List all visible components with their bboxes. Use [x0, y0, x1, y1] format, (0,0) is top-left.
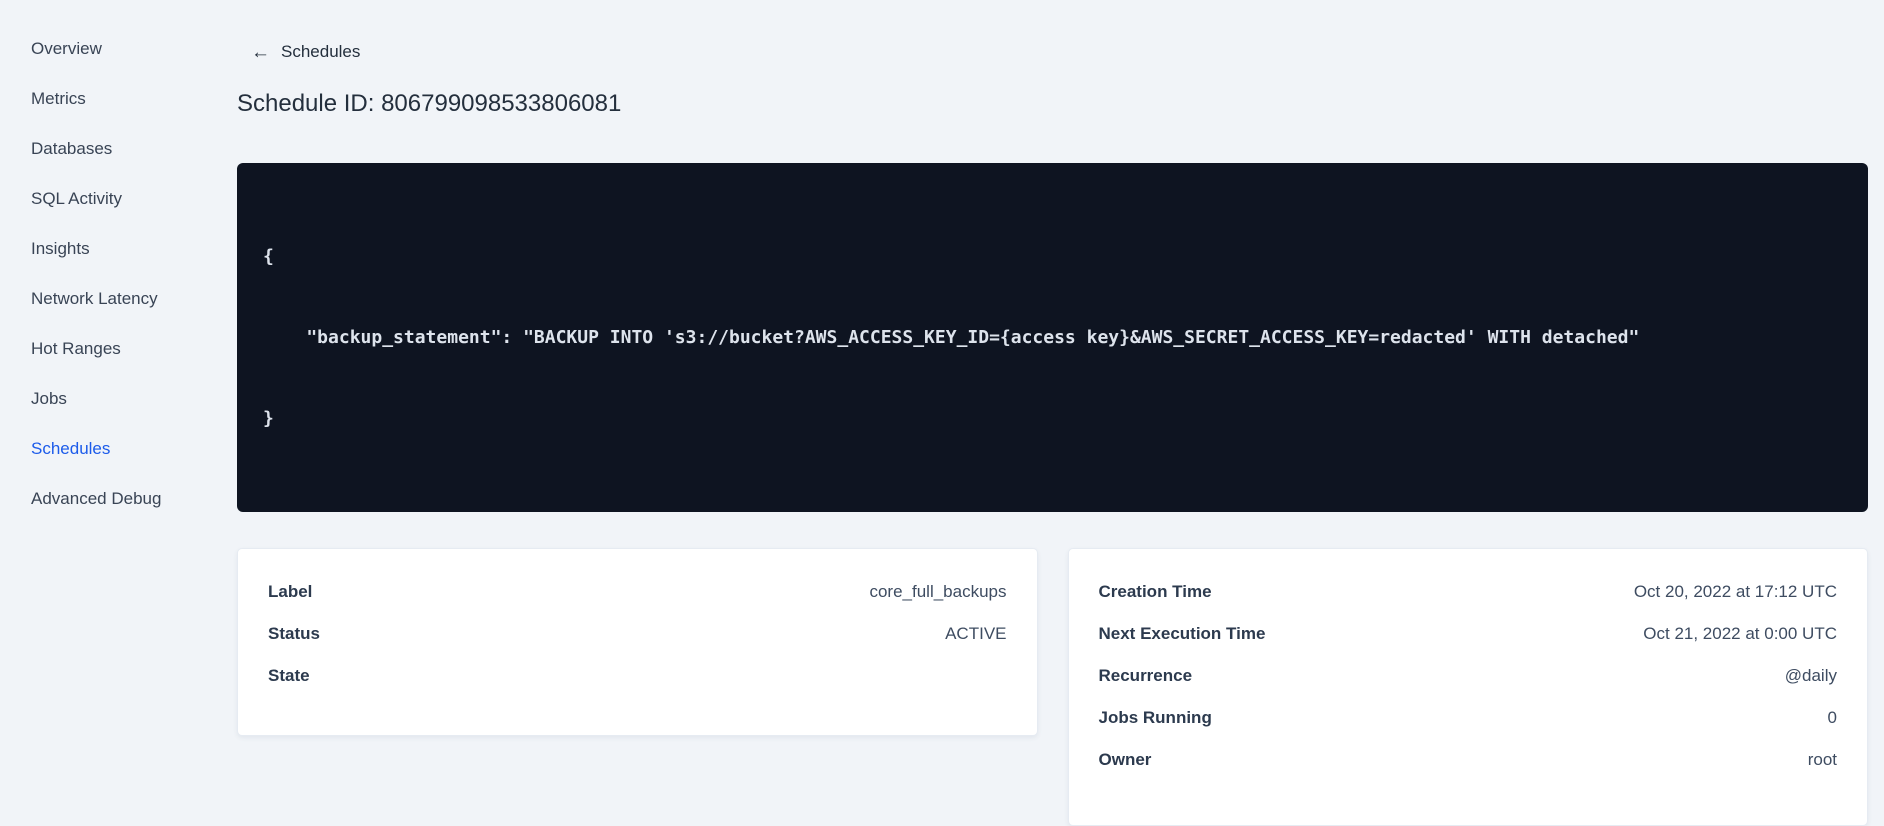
row-value: Oct 20, 2022 at 17:12 UTC	[1633, 582, 1837, 601]
sidebar: Overview Metrics Databases SQL Activity …	[0, 0, 237, 613]
row-value: @daily	[1784, 666, 1837, 685]
row-value: Oct 21, 2022 at 0:00 UTC	[1643, 624, 1837, 643]
row-value: core_full_backups	[869, 582, 1007, 601]
table-row: Next Execution Time Oct 21, 2022 at 0:00…	[1099, 613, 1838, 655]
code-line: }	[263, 408, 274, 429]
summary-cards: Label core_full_backups Status ACTIVE St…	[237, 548, 1868, 826]
breadcrumb-label: Schedules	[281, 42, 361, 61]
table-row: Status ACTIVE	[268, 613, 1007, 655]
row-label: Owner	[1098, 750, 1152, 769]
sidebar-item-jobs[interactable]: Jobs	[0, 374, 237, 424]
row-label: Jobs Running	[1098, 708, 1212, 727]
sidebar-item-overview[interactable]: Overview	[0, 24, 237, 74]
backup-statement-code-block: { "backup_statement": "BACKUP INTO 's3:/…	[237, 163, 1868, 512]
table-row: Creation Time Oct 20, 2022 at 17:12 UTC	[1099, 571, 1838, 613]
sidebar-item-metrics[interactable]: Metrics	[0, 74, 237, 124]
row-label: Status	[268, 624, 320, 643]
row-value: ACTIVE	[945, 624, 1007, 643]
sidebar-item-databases[interactable]: Databases	[0, 124, 237, 174]
table-row: Recurrence @daily	[1099, 655, 1838, 697]
row-value: 0	[1827, 708, 1837, 727]
back-arrow-icon: ←	[251, 41, 270, 63]
row-label: Recurrence	[1098, 666, 1193, 685]
sidebar-item-hot-ranges[interactable]: Hot Ranges	[0, 324, 237, 374]
row-value: root	[1807, 750, 1837, 769]
table-row: Label core_full_backups	[268, 571, 1007, 613]
execution-details-card: Creation Time Oct 20, 2022 at 17:12 UTC …	[1067, 548, 1868, 826]
schedule-detail-page: ← Schedules Schedule ID: 806799098533806…	[237, 0, 1868, 826]
table-row: Owner root	[1099, 739, 1838, 781]
page-title: Schedule ID: 806799098533806081	[237, 90, 622, 117]
row-label: Label	[268, 582, 313, 601]
sidebar-item-insights[interactable]: Insights	[0, 224, 237, 274]
code-line: "backup_statement": "BACKUP INTO 's3://b…	[263, 327, 1640, 348]
table-row: State	[268, 655, 1007, 697]
code-line: {	[263, 246, 274, 267]
schedule-details-card: Label core_full_backups Status ACTIVE St…	[237, 548, 1038, 736]
table-row: Jobs Running 0	[1099, 697, 1838, 739]
sidebar-item-sql-activity[interactable]: SQL Activity	[0, 174, 237, 224]
row-label: State	[268, 666, 310, 685]
back-to-schedules-link[interactable]: ← Schedules	[251, 41, 360, 63]
sidebar-item-network-latency[interactable]: Network Latency	[0, 274, 237, 324]
row-label: Creation Time	[1098, 582, 1212, 601]
sidebar-nav: Overview Metrics Databases SQL Activity …	[0, 24, 237, 524]
sidebar-item-advanced-debug[interactable]: Advanced Debug	[0, 474, 237, 524]
row-label: Next Execution Time	[1098, 624, 1266, 643]
sidebar-item-schedules[interactable]: Schedules	[0, 424, 237, 474]
